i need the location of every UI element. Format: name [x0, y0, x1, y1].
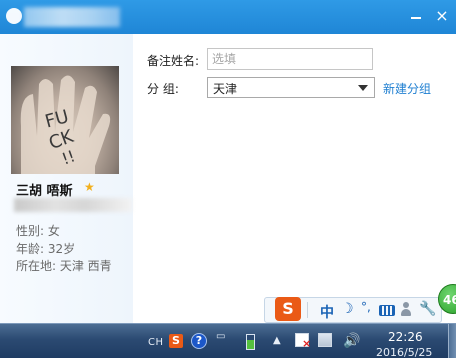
age-info: 年龄: 32岁 — [16, 242, 76, 256]
minimize-button[interactable] — [405, 6, 427, 26]
show-desktop-button[interactable] — [448, 324, 456, 358]
sogou-logo-icon[interactable]: S — [275, 297, 301, 321]
volume-icon[interactable]: 🔊 — [343, 333, 360, 349]
blurred-signature — [14, 198, 132, 212]
window-tray-icon[interactable]: ▭ — [216, 331, 225, 342]
title-bar: × — [0, 0, 456, 34]
ime-toolbar: S 中 ☽ °, 🔧 — [264, 297, 442, 323]
location-info: 所在地: 天津 西青 — [16, 259, 112, 273]
punctuation-toggle[interactable]: °, — [361, 300, 371, 314]
avatar: FU CK !! — [11, 66, 119, 174]
ime-mode-toggle[interactable]: 中 — [320, 302, 334, 322]
clock-date[interactable]: 2016/5/25 — [376, 346, 432, 359]
nickname: 三胡 唔斯 — [16, 184, 73, 199]
keyboard-icon[interactable] — [379, 305, 395, 316]
network-icon[interactable] — [318, 333, 332, 347]
clock-time[interactable]: 22:26 — [388, 330, 423, 344]
group-select[interactable]: 天津 — [207, 77, 375, 98]
app-logo-icon — [6, 8, 22, 24]
group-label: 分 组: — [147, 82, 179, 96]
group-select-value: 天津 — [213, 82, 238, 96]
battery-icon[interactable] — [246, 334, 255, 350]
remark-input[interactable] — [207, 48, 373, 70]
remark-label: 备注姓名: — [147, 54, 200, 68]
blurred-title — [24, 7, 120, 27]
show-hidden-icons-icon[interactable]: ▲ — [273, 335, 281, 346]
user-icon[interactable] — [401, 302, 411, 316]
chevron-down-icon — [358, 85, 368, 91]
help-icon[interactable]: ? — [191, 333, 207, 349]
wrench-icon[interactable]: 🔧 — [419, 301, 436, 317]
close-button[interactable]: × — [431, 6, 453, 26]
moon-icon[interactable]: ☽ — [341, 301, 354, 317]
new-group-link[interactable]: 新建分组 — [383, 80, 431, 97]
taskbar: CH S ? ▭ ▲ 🔊 22:26 2016/5/25 — [0, 323, 456, 359]
gender-info: 性别: 女 — [16, 224, 60, 238]
language-indicator[interactable]: CH — [148, 337, 164, 348]
ime-divider — [307, 302, 308, 318]
action-center-icon[interactable] — [295, 333, 311, 350]
minimize-icon — [411, 17, 421, 19]
star-icon: ★ — [84, 180, 95, 194]
sogou-tray-icon[interactable]: S — [169, 334, 183, 348]
